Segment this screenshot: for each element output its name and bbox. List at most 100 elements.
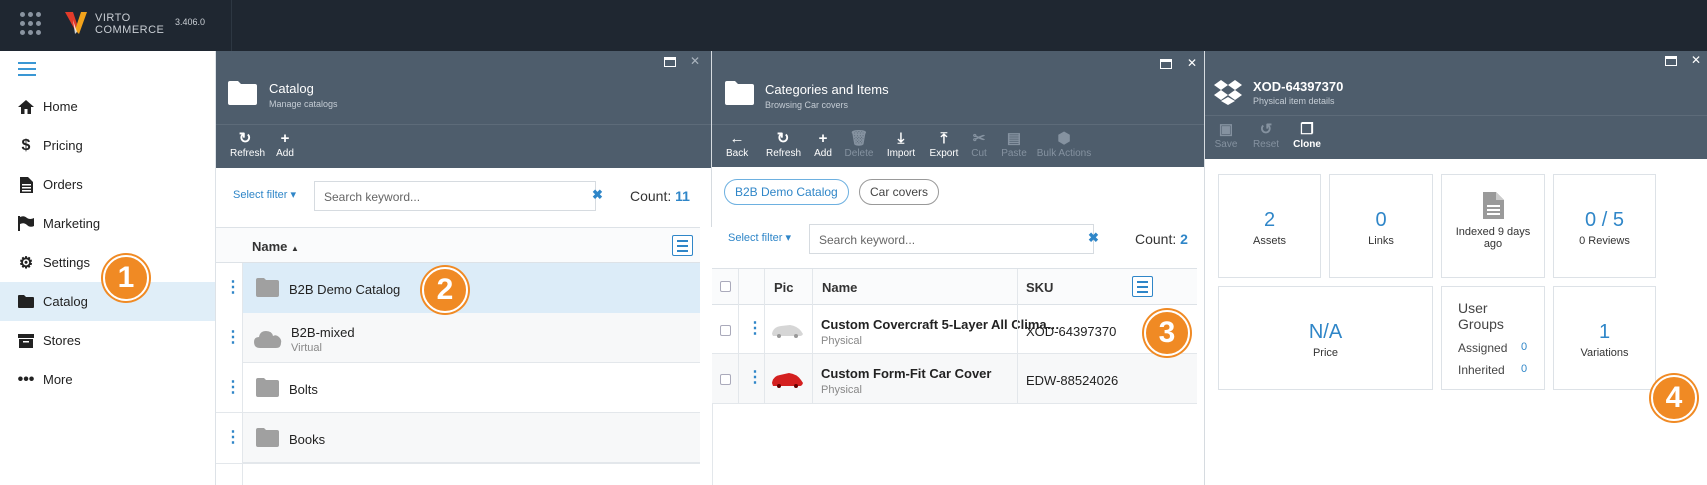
list-item[interactable]: ⋮ Books: [216, 413, 700, 463]
column-menu-button[interactable]: [1132, 276, 1153, 297]
row-actions-icon[interactable]: ⋮: [225, 280, 241, 296]
cut-button[interactable]: ✂ Cut: [969, 131, 989, 160]
sidebar-item-pricing[interactable]: $ Pricing: [0, 126, 215, 165]
column-menu-button[interactable]: [672, 235, 693, 256]
column-header-name[interactable]: Name: [822, 280, 857, 295]
grid-header: Pic Name SKU: [712, 268, 1197, 305]
sidebar-item-orders[interactable]: Orders: [0, 165, 215, 204]
refresh-button[interactable]: ↻ Refresh: [766, 130, 801, 160]
row-checkbox[interactable]: [720, 325, 731, 336]
product-thumbnail: [772, 373, 803, 388]
sidebar-item-label: Stores: [43, 333, 81, 348]
paste-button[interactable]: ▤ Paste: [1001, 131, 1027, 160]
toolbar-label: Delete: [844, 148, 874, 159]
search-input[interactable]: Search keyword...: [809, 224, 1094, 254]
row-actions-icon[interactable]: ⋮: [225, 430, 241, 446]
maximize-icon[interactable]: [1665, 56, 1677, 66]
logo-text: VIRTO COMMERCE: [95, 12, 165, 36]
user-groups-widget[interactable]: User Groups Assigned 0 Inherited 0: [1441, 286, 1545, 390]
refresh-button[interactable]: ↻ Refresh: [230, 131, 265, 160]
toolbar-label: Back: [726, 148, 749, 159]
app-launcher-icon[interactable]: [20, 12, 44, 36]
assigned-count: 0: [1521, 341, 1528, 353]
table-row[interactable]: ⋮ Custom Covercraft 5-Layer All Clima… P…: [712, 305, 1197, 354]
clear-search-icon[interactable]: ✖: [592, 187, 603, 203]
folder-icon: [228, 81, 257, 105]
breadcrumb-catalog[interactable]: B2B Demo Catalog: [724, 179, 849, 205]
maximize-icon[interactable]: [1160, 59, 1172, 69]
row-actions-icon[interactable]: ⋮: [747, 321, 763, 337]
back-button[interactable]: ← Back: [726, 131, 749, 160]
price-label: Price: [1312, 347, 1339, 359]
maximize-icon[interactable]: [664, 57, 676, 67]
bulk-actions-button[interactable]: ⬢ Bulk Actions: [1034, 131, 1094, 160]
sidebar-item-stores[interactable]: Stores: [0, 321, 215, 360]
cloud-icon: [254, 331, 282, 348]
archive-icon: [17, 332, 35, 350]
select-filter-dropdown[interactable]: Select filter ▾: [728, 231, 791, 244]
grid-divider: [242, 263, 243, 463]
list-item[interactable]: ⋮ B2B-mixed Virtual: [216, 313, 700, 363]
sidebar-item-label: Home: [43, 99, 78, 114]
list-item-partial: [216, 463, 700, 485]
add-button[interactable]: + Add: [274, 131, 296, 160]
sidebar-item-marketing[interactable]: Marketing: [0, 204, 215, 243]
count-display: Count: 2: [1135, 231, 1188, 247]
search-input[interactable]: Search keyword...: [314, 181, 596, 211]
indexed-label: Indexed 9 days ago: [1455, 226, 1531, 250]
categories-blade: ✕ Categories and Items Browsing Car cove…: [712, 51, 1205, 485]
close-icon[interactable]: ✕: [1187, 57, 1198, 69]
row-name: Bolts: [289, 382, 318, 397]
close-icon[interactable]: ✕: [1691, 54, 1702, 66]
list-item[interactable]: ⋮ Bolts: [216, 363, 700, 413]
row-actions-icon[interactable]: ⋮: [225, 380, 241, 396]
close-icon[interactable]: ✕: [690, 55, 701, 67]
sidebar-item-label: Marketing: [43, 216, 101, 231]
sidebar-item-more[interactable]: ••• More: [0, 360, 215, 399]
item-name[interactable]: Custom Form-Fit Car Cover: [821, 366, 991, 381]
row-actions-icon[interactable]: ⋮: [747, 370, 763, 386]
folder-icon: [256, 428, 279, 447]
column-header-name[interactable]: Name ▲: [252, 239, 299, 254]
reviews-widget[interactable]: 0 / 5 0 Reviews: [1553, 174, 1656, 278]
folder-icon: [256, 278, 279, 297]
refresh-icon: ↻: [776, 130, 790, 147]
toolbar-label: Save: [1214, 139, 1238, 150]
user-groups-title: User Groups: [1458, 300, 1504, 332]
column-header-pic[interactable]: Pic: [774, 280, 794, 295]
breadcrumb-category[interactable]: Car covers: [859, 179, 940, 205]
save-button[interactable]: ▣ Save: [1214, 122, 1238, 151]
export-button[interactable]: ⤒ Export: [928, 131, 960, 160]
add-button[interactable]: + Add: [812, 131, 834, 160]
blade-title-bar: ✕: [216, 51, 711, 72]
row-checkbox[interactable]: [720, 374, 731, 385]
toolbar-label: Import: [886, 148, 916, 159]
clone-button[interactable]: ❐ Clone: [1293, 122, 1321, 151]
clear-search-icon[interactable]: ✖: [1088, 230, 1099, 246]
step-badge-2: 2: [422, 267, 468, 313]
index-widget[interactable]: Indexed 9 days ago: [1441, 174, 1545, 278]
sidebar-item-home[interactable]: Home: [0, 87, 215, 126]
reset-button[interactable]: ↺ Reset: [1252, 122, 1280, 151]
dollar-icon: $: [21, 136, 31, 154]
select-all-checkbox[interactable]: [720, 281, 731, 292]
delete-button[interactable]: 🗑 Delete: [844, 131, 874, 160]
select-filter-dropdown[interactable]: Select filter ▾: [233, 188, 296, 201]
menu-toggle-icon[interactable]: [18, 62, 36, 76]
column-header-sku[interactable]: SKU: [1026, 280, 1053, 295]
blade-toolbar: ← Back ↻ Refresh + Add 🗑 Delete ⤓ Import…: [712, 124, 1204, 167]
row-actions-icon[interactable]: ⋮: [225, 330, 241, 346]
links-widget[interactable]: 0 Links: [1329, 174, 1433, 278]
assets-label: Assets: [1252, 235, 1286, 247]
price-widget[interactable]: N/A Price: [1218, 286, 1433, 390]
import-button[interactable]: ⤓ Import: [884, 131, 918, 160]
assigned-label: Assigned: [1458, 341, 1508, 355]
scroll-area: [700, 227, 712, 485]
inherited-count: 0: [1521, 363, 1528, 375]
table-row[interactable]: ⋮ Custom Form-Fit Car Cover Physical EDW…: [712, 354, 1197, 404]
assets-widget[interactable]: 2 Assets: [1218, 174, 1321, 278]
grid-header: Name ▲: [216, 227, 700, 263]
variations-widget[interactable]: 1 Variations: [1553, 286, 1656, 390]
toolbar-label: Reset: [1252, 139, 1280, 150]
item-name[interactable]: Custom Covercraft 5-Layer All Clima…: [821, 317, 1060, 332]
